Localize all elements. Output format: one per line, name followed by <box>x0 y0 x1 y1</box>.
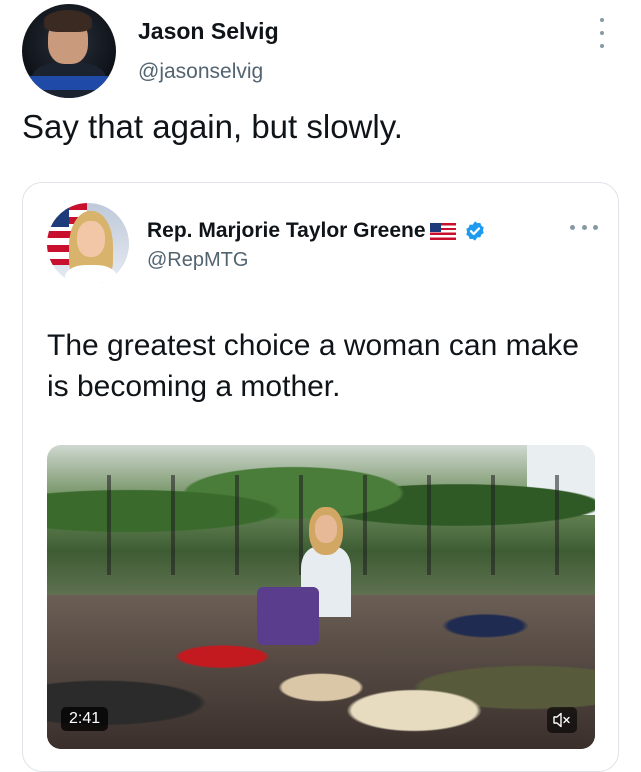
video-duration: 2:41 <box>61 707 109 731</box>
quoted-tweet[interactable]: Rep. Marjorie Taylor Greene @RepMTG The … <box>22 182 619 772</box>
quoted-user-name-row[interactable]: Rep. Marjorie Taylor Greene <box>147 219 486 243</box>
tweet: Jason Selvig @jasonselvig Say that again… <box>0 0 641 772</box>
more-horizontal-icon[interactable] <box>570 225 598 231</box>
speaker-muted-icon <box>553 712 570 728</box>
more-vertical-icon[interactable] <box>597 18 607 48</box>
podium <box>257 587 319 645</box>
mute-button[interactable] <box>547 707 577 733</box>
user-name[interactable]: Jason Selvig <box>138 18 279 45</box>
quoted-user-avatar[interactable] <box>47 203 129 285</box>
user-handle[interactable]: @jasonselvig <box>138 60 263 84</box>
quoted-user-handle[interactable]: @RepMTG <box>147 249 248 272</box>
user-avatar[interactable] <box>22 4 116 98</box>
quoted-tweet-text: The greatest choice a woman can make is … <box>47 329 579 403</box>
tweet-text: Say that again, but slowly. <box>22 108 403 145</box>
video-player[interactable]: 2:41 <box>47 445 595 749</box>
us-flag-icon <box>429 222 456 240</box>
quoted-user-name[interactable]: Rep. Marjorie Taylor Greene <box>147 219 426 243</box>
verified-badge-icon <box>465 221 484 241</box>
crowd <box>47 595 595 749</box>
